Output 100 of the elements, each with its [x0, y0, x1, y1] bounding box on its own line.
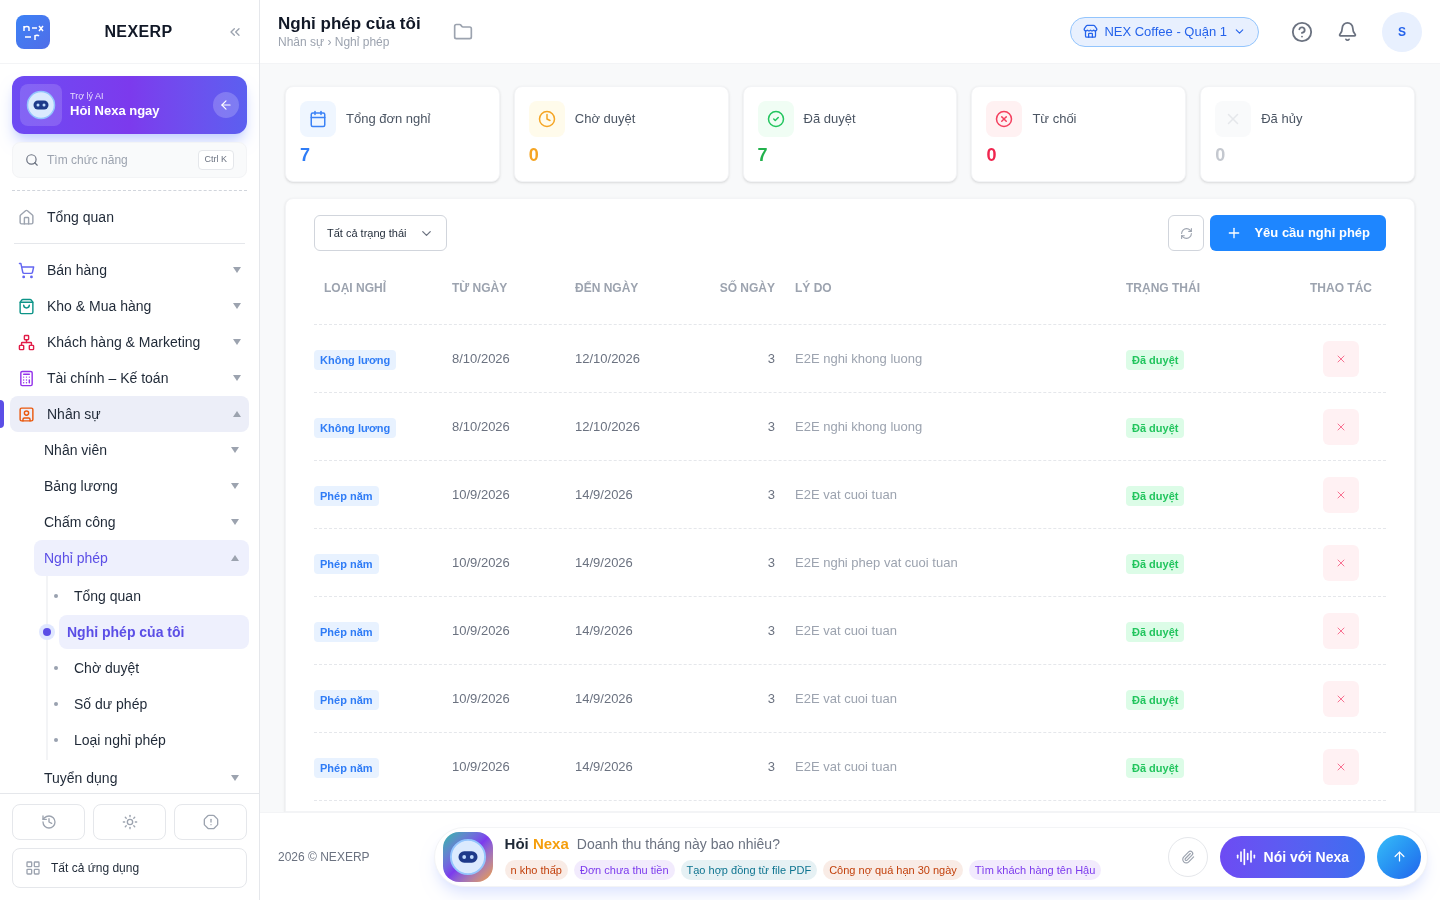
leave-type-tag: Phép năm — [314, 689, 379, 710]
column-header: SỐ NGÀY — [718, 279, 775, 296]
send-button[interactable] — [1377, 834, 1421, 879]
caret-up-icon — [231, 555, 239, 561]
status-tag: Đã duyệt — [1126, 553, 1185, 574]
suggestion-chip[interactable]: Đơn chưa thu tiền — [573, 859, 675, 880]
table-cell-text: 10/9/2026 — [452, 621, 511, 640]
theme-button[interactable] — [93, 804, 166, 840]
caret-down-icon — [233, 339, 241, 345]
refresh-button[interactable] — [1168, 215, 1205, 251]
notification-icon[interactable] — [1337, 21, 1358, 42]
table-cell-text: 14/9/2026 — [575, 757, 634, 776]
table-cell-text: 3 — [766, 417, 775, 436]
stat-value: 0 — [1215, 144, 1227, 167]
leave-type-tag: Phép năm — [314, 621, 379, 642]
grid-icon — [25, 860, 41, 876]
delete-button[interactable] — [1323, 544, 1359, 581]
search-input[interactable]: Tìm chức năng — [47, 152, 190, 168]
stat-value: 0 — [986, 144, 998, 167]
table-cell-text: 14/9/2026 — [575, 689, 634, 708]
ai-title: Hỏi Nexa ngay — [70, 102, 161, 119]
calendar-icon — [300, 101, 336, 137]
page-title: Nghỉ phép của tôi — [278, 12, 421, 35]
table-cell-text: 8/10/2026 — [452, 349, 511, 368]
add-request-button[interactable]: Yêu cầu nghỉ phép — [1210, 215, 1386, 251]
nav-subitem[interactable]: Loại nghỉ phép — [66, 723, 249, 757]
clock-icon — [40, 814, 57, 830]
caret-down-icon — [233, 375, 241, 381]
user-avatar[interactable]: S — [1382, 11, 1422, 52]
suggestion-chip[interactable]: Tìm khách hàng tên Hậu — [968, 859, 1102, 880]
brand-name: NEXERP — [103, 21, 174, 42]
search-icon — [25, 153, 39, 167]
table-cell-text: 14/9/2026 — [575, 485, 634, 504]
table-cell-text: 3 — [766, 553, 775, 572]
paperclip-icon — [1180, 849, 1195, 864]
suggestion-chip[interactable]: n kho thấp — [504, 859, 568, 880]
table-cell-text: 10/9/2026 — [452, 553, 511, 572]
delete-button[interactable] — [1323, 340, 1359, 377]
nav-subitem[interactable]: Nghỉ phép của tôi — [59, 615, 249, 649]
status-filter[interactable]: Tất cả trạng thái — [314, 215, 447, 251]
nav-item[interactable]: Bán hàng — [10, 252, 249, 288]
table-cell-text: E2E vat cuoi tuan — [794, 621, 898, 640]
branch-selector[interactable]: NEX Coffee - Quận 1 — [1070, 16, 1259, 47]
nav-subitem[interactable]: Bảng lương — [34, 468, 249, 504]
caret-down-icon — [231, 519, 239, 525]
nav-item[interactable]: Tài chính – Kế toán — [10, 360, 249, 396]
stat-label: Chờ duyệt — [574, 110, 636, 129]
leave-type-tag: Phép năm — [314, 757, 379, 778]
nav-subitem[interactable]: Nghỉ phép — [34, 540, 249, 576]
status-tag: Đã duyệt — [1126, 621, 1185, 642]
folder-icon[interactable] — [452, 21, 473, 42]
sun-icon — [121, 814, 138, 830]
sound-wave-icon — [1235, 846, 1256, 867]
nav-subitem[interactable]: Số dư phép — [66, 687, 249, 721]
nav-subitem[interactable]: Tuyển dụng — [34, 760, 249, 793]
table-cell-text: 14/9/2026 — [575, 621, 634, 640]
table-cell-text: 3 — [766, 485, 775, 504]
table-cell-text: 3 — [766, 757, 775, 776]
delete-button[interactable] — [1323, 408, 1359, 445]
help-icon[interactable] — [1291, 20, 1313, 43]
table-cell-text: 3 — [766, 689, 775, 708]
nav-item[interactable]: Kho & Mua hàng — [10, 288, 249, 324]
delete-button[interactable] — [1323, 748, 1359, 785]
alert-button[interactable] — [174, 804, 247, 840]
nav-item[interactable]: Tổng quan — [10, 199, 249, 235]
caret-down-icon — [231, 775, 239, 781]
caret-up-icon — [233, 411, 241, 417]
table-cell-text: E2E nghi phep vat cuoi tuan — [794, 553, 959, 572]
nav-item[interactable]: Nhân sự — [10, 396, 249, 432]
stat-label: Đã hủy — [1261, 110, 1303, 129]
column-header: TRẠNG THÁI — [1126, 279, 1201, 296]
suggestion-chip[interactable]: Tạo hợp đồng từ file PDF — [680, 859, 818, 880]
all-apps-button[interactable]: Tất cả ứng dụng — [12, 848, 247, 888]
nav-subitem[interactable]: Chờ duyệt — [66, 651, 249, 685]
ai-assistant-card[interactable]: Trợ lý AI Hỏi Nexa ngay — [12, 76, 247, 134]
nav-subitem[interactable]: Nhân viên — [34, 432, 249, 468]
stat-value: 0 — [528, 144, 540, 167]
stat-label: Tổng đơn nghỉ — [346, 110, 431, 129]
search-field[interactable]: Tìm chức năng Ctrl K — [12, 142, 247, 178]
bullet-icon — [54, 738, 58, 742]
status-tag: Đã duyệt — [1126, 689, 1185, 710]
table-cell-text: 10/9/2026 — [452, 689, 511, 708]
delete-button[interactable] — [1323, 680, 1359, 717]
suggestion-chip[interactable]: Công nợ quá hạn 30 ngày — [823, 859, 963, 880]
status-tag: Đã duyệt — [1126, 349, 1185, 370]
status-tag: Đã duyệt — [1126, 417, 1185, 438]
delete-button[interactable] — [1323, 476, 1359, 513]
nav-subitem[interactable]: Chấm công — [34, 504, 249, 540]
table-cell-text: 10/9/2026 — [452, 485, 511, 504]
table-cell-text: E2E nghi khong luong — [794, 417, 924, 436]
delete-button[interactable] — [1323, 612, 1359, 649]
nav-subitem[interactable]: Tổng quan — [66, 579, 249, 613]
history-button[interactable] — [12, 804, 85, 840]
robot-avatar-icon — [448, 837, 487, 876]
voice-button[interactable]: Nói với Nexa — [1219, 835, 1365, 878]
bullet-icon — [54, 594, 58, 598]
cart-icon — [18, 261, 35, 279]
nav-item[interactable]: Khách hàng & Marketing — [10, 324, 249, 360]
stat-label: Đã duyệt — [803, 110, 856, 129]
column-header: ĐẾN NGÀY — [575, 279, 640, 296]
